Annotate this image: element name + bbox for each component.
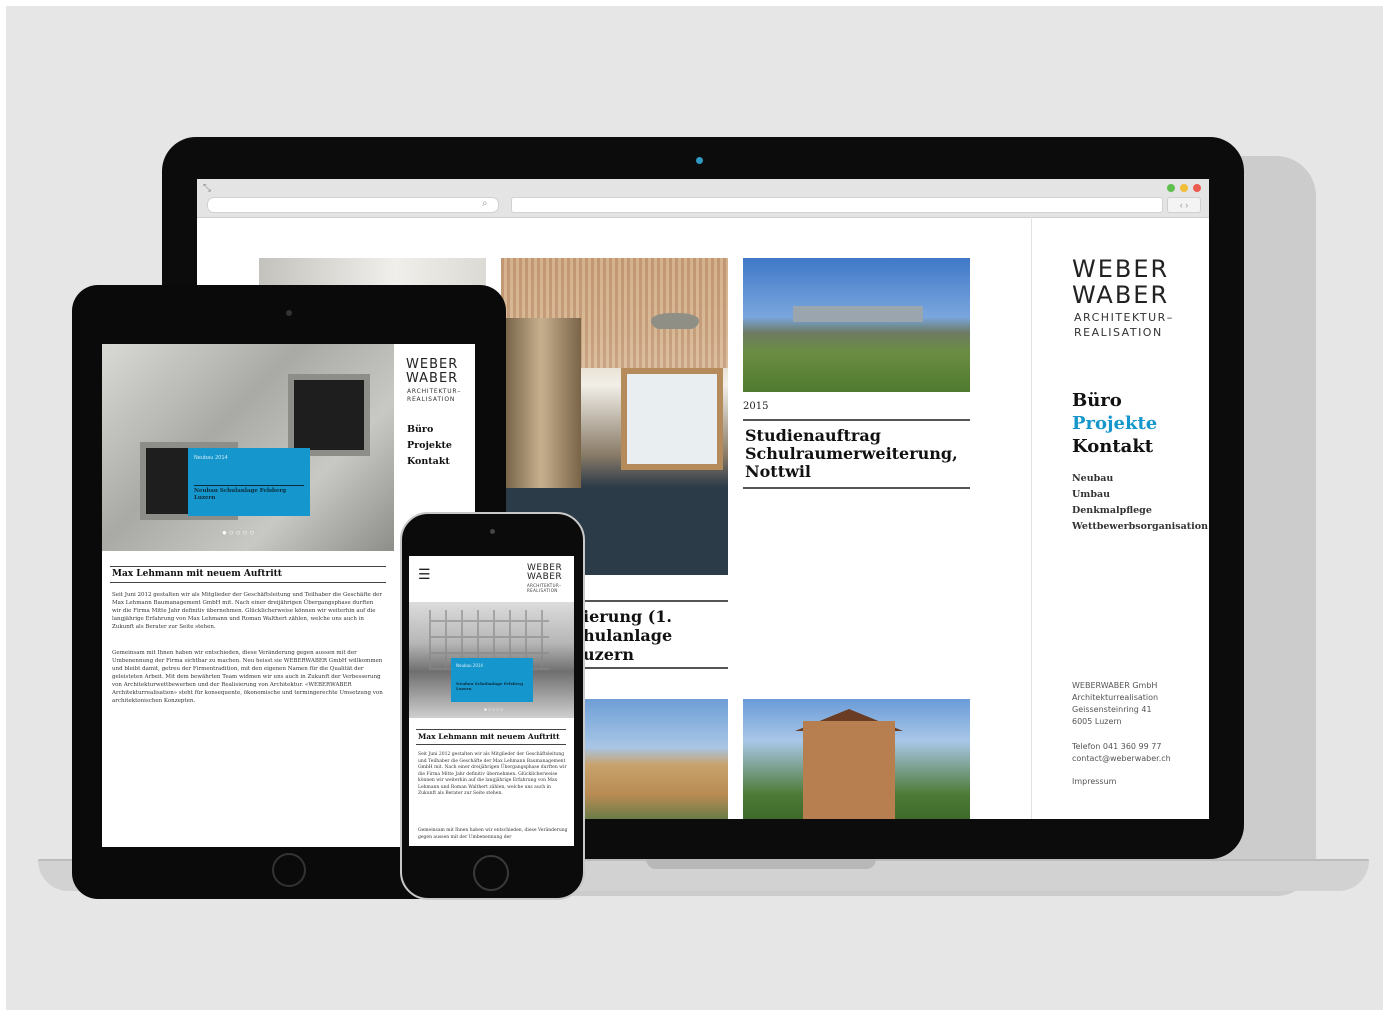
window-maximize-dot[interactable] [1167, 184, 1175, 192]
address-company: WEBERWABER GmbH [1072, 681, 1158, 690]
project-image-concrete[interactable] [259, 258, 486, 288]
subnav-wettbewerbsorganisation[interactable]: Wettbewerbsorganisation [1072, 521, 1208, 532]
nav-buero[interactable]: Büro [407, 424, 433, 435]
contact-email[interactable]: contact@weberwaber.ch [1072, 753, 1171, 765]
divider [416, 744, 566, 745]
divider [110, 566, 386, 567]
slide-title: Neubau Schulanlage Felsberg Luzern [456, 681, 523, 691]
tablet-camera [286, 310, 292, 316]
address-street: Geissensteinring 41 [1072, 705, 1152, 714]
project-title-partial[interactable]: ierung (1. hulanlage uzern [583, 607, 733, 664]
nav-projekte[interactable]: Projekte [1072, 413, 1157, 434]
divider [743, 419, 970, 421]
browser-nav-arrows-icon[interactable]: ‹ › [1167, 197, 1201, 213]
divider [194, 485, 304, 486]
slide-tag: Neubau 2014 [456, 663, 483, 668]
slider-dots[interactable]: ●○○○○ [484, 707, 504, 713]
impressum-link[interactable]: Impressum [1072, 776, 1116, 788]
address-city: 6005 Luzern [1072, 717, 1122, 726]
article-paragraph: Gemeinsam mit Ihnen haben wir entschiede… [418, 828, 568, 840]
address-block: WEBERWABER GmbH Architekturrealisation G… [1072, 680, 1158, 728]
tagline-line2: REALISATION [407, 396, 456, 403]
window-detail [621, 368, 723, 470]
tablet-home-button[interactable] [272, 853, 306, 887]
contact-phone: Telefon 041 360 99 77 [1072, 742, 1162, 751]
phone-camera [490, 529, 495, 534]
article-paragraph: Seit Juni 2012 gestalten wir als Mitglie… [112, 592, 382, 630]
logo-line1: WEBER [1072, 255, 1170, 283]
subnav-denkmalpflege[interactable]: Denkmalpflege [1072, 505, 1152, 516]
logo-line2: WABER [527, 572, 563, 582]
slide-tag: Neubau 2014 [194, 455, 228, 461]
laptop-notch [646, 859, 876, 869]
browser-toolbar: ⤡ ⌕ ‹ › [197, 179, 1209, 218]
divider [581, 667, 728, 669]
divider [743, 487, 970, 489]
logo-line2: WABER [1072, 281, 1170, 309]
browser-search-field[interactable] [207, 197, 499, 213]
project-image-apartments[interactable] [581, 699, 728, 819]
logo-line2: WABER [406, 371, 459, 386]
lamp-detail [651, 313, 699, 329]
house-detail [803, 721, 895, 819]
address-line1: Architekturrealisation [1072, 693, 1159, 702]
article-title[interactable]: Max Lehmann mit neuem Auftritt [418, 732, 560, 741]
nav-buero[interactable]: Büro [1072, 390, 1122, 411]
logo[interactable]: WEBER WABER [1072, 256, 1169, 308]
concrete-opening [288, 374, 370, 456]
window-minimize-dot[interactable] [1180, 184, 1188, 192]
divider [110, 582, 386, 583]
mockup-stage: ⤡ ⌕ ‹ › 2015 Studienauftrag Schulraumerw… [6, 6, 1383, 1010]
phone-home-button[interactable] [473, 855, 509, 891]
divider [416, 729, 566, 730]
logo-tagline: ARCHITEKTUR– REALISATION [407, 388, 461, 404]
browser-address-bar[interactable] [511, 197, 1163, 213]
contact-block: Telefon 041 360 99 77 contact@weberwaber… [1072, 741, 1171, 765]
building-detail [793, 306, 923, 322]
laptop-camera [696, 157, 703, 164]
hamburger-menu-icon[interactable]: ☰ [418, 566, 431, 583]
tagline-line1: ARCHITEKTUR– [407, 388, 462, 395]
tagline-line1: ARCHITEKTUR– [1074, 311, 1174, 324]
resize-icon[interactable]: ⤡ [203, 183, 211, 194]
project-image-house[interactable] [743, 699, 970, 819]
logo[interactable]: WEBER WABER [406, 358, 458, 386]
tagline-line2: REALISATION [527, 588, 558, 593]
nav-projekte[interactable]: Projekte [407, 440, 452, 451]
logo-line1: WEBER [406, 357, 459, 372]
slide-title: Neubau Schulanlage Felsberg Luzern [194, 488, 287, 501]
project-image-green-roof[interactable] [743, 258, 970, 392]
tagline-line2: REALISATION [1074, 326, 1163, 339]
article-paragraph: Gemeinsam mit Ihnen haben wir entschiede… [112, 650, 383, 704]
article-title[interactable]: Max Lehmann mit neuem Auftritt [112, 569, 282, 579]
sidebar-divider [1031, 217, 1032, 819]
search-icon: ⌕ [482, 198, 488, 209]
divider [581, 600, 728, 602]
phone-screen: ☰ WEBER WABER ARCHITEKTUR– REALISATION N… [409, 556, 574, 846]
nav-kontakt[interactable]: Kontakt [407, 456, 450, 467]
subnav-umbau[interactable]: Umbau [1072, 489, 1110, 500]
article-paragraph: Seit Juni 2012 gestalten wir als Mitglie… [418, 752, 567, 796]
window-close-dot[interactable] [1193, 184, 1201, 192]
project-year: 2015 [743, 401, 769, 412]
slider-dots[interactable]: ●○○○○ [222, 528, 256, 537]
logo[interactable]: WEBER WABER [527, 564, 562, 582]
nav-kontakt[interactable]: Kontakt [1072, 436, 1153, 457]
logo-tagline: ARCHITEKTUR– REALISATION [1074, 310, 1174, 340]
logo-tagline: ARCHITEKTUR– REALISATION [527, 583, 562, 593]
subnav-neubau[interactable]: Neubau [1072, 473, 1113, 484]
project-title[interactable]: Studienauftrag Schulraumerweiterung, Not… [745, 427, 970, 481]
